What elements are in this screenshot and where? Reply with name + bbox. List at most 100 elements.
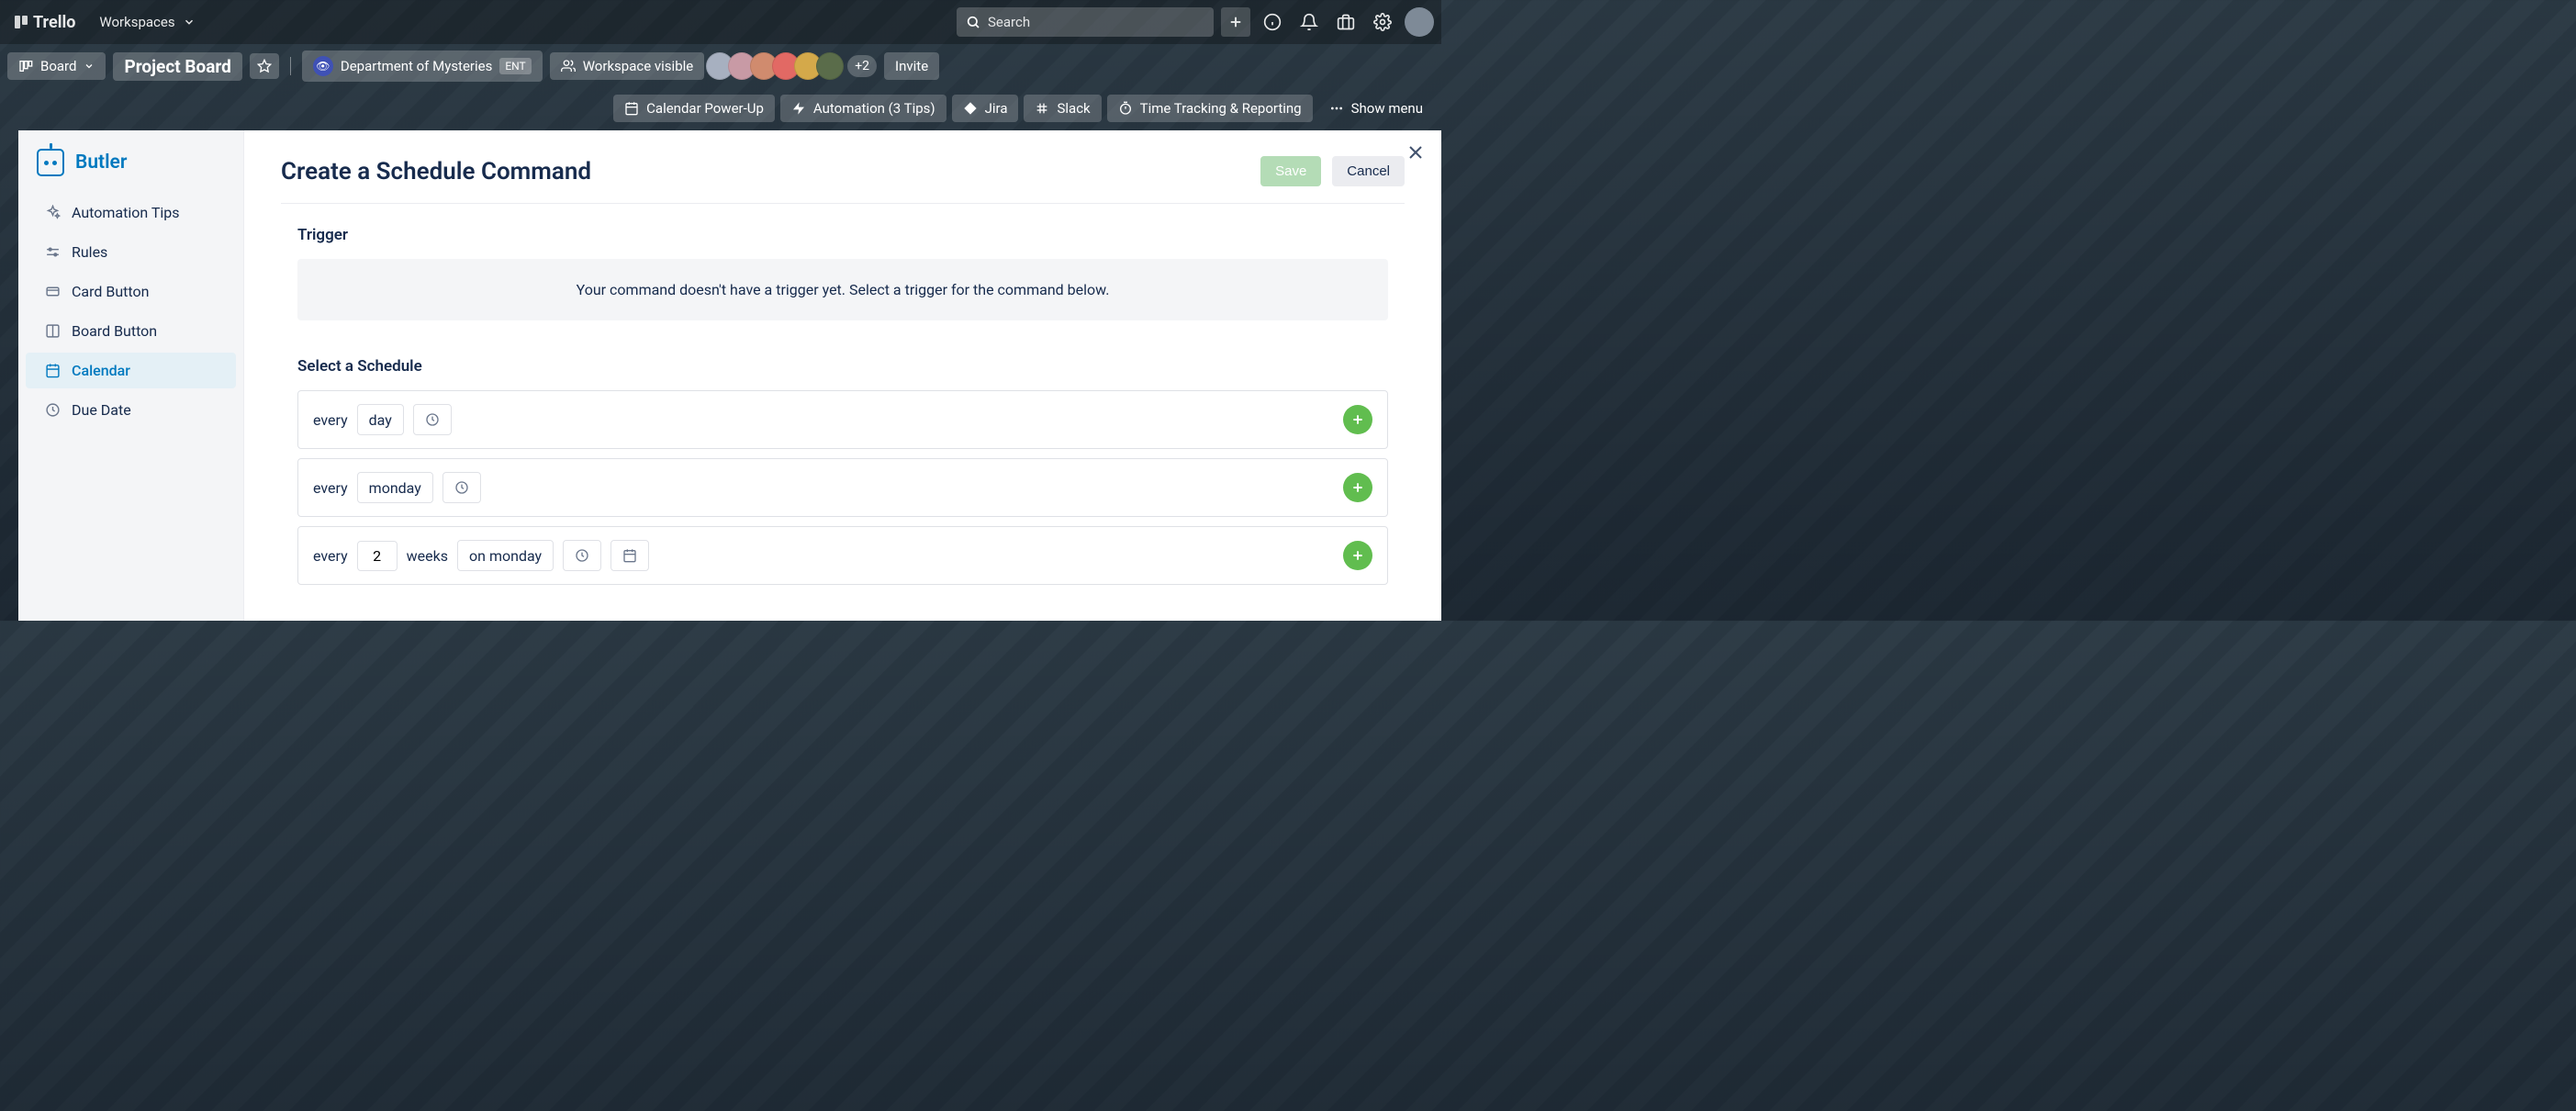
briefcase-icon[interactable] <box>1331 7 1361 37</box>
clock-icon <box>425 412 440 427</box>
board-members: +2 <box>711 52 877 80</box>
board-icon <box>44 323 61 340</box>
automation-button[interactable]: Automation (3 Tips) <box>780 95 946 122</box>
plus-icon <box>1350 548 1365 563</box>
show-menu-label: Show menu <box>1351 100 1423 117</box>
invite-button[interactable]: Invite <box>884 52 939 80</box>
plus-icon <box>1350 480 1365 495</box>
chevron-down-icon <box>84 61 95 72</box>
board-view-switcher[interactable]: Board <box>7 52 106 80</box>
token-weeks: weeks <box>407 547 448 565</box>
team-chip[interactable]: 👁 Department of Mysteries ENT <box>302 50 543 82</box>
select-schedule-heading: Select a Schedule <box>281 357 1405 376</box>
cancel-button[interactable]: Cancel <box>1332 156 1405 186</box>
slack-label: Slack <box>1057 100 1090 117</box>
sidebar-item-automation-tips[interactable]: Automation Tips <box>26 195 236 230</box>
trigger-heading: Trigger <box>281 226 1405 244</box>
token-every: every <box>313 547 348 565</box>
add-schedule-button[interactable] <box>1343 473 1372 502</box>
member-avatar[interactable] <box>816 52 844 80</box>
board-header: Board Project Board 👁 Department of Myst… <box>0 44 1441 88</box>
sidebar-item-label: Card Button <box>72 283 149 300</box>
sidebar-item-card-button[interactable]: Card Button <box>26 274 236 309</box>
user-avatar[interactable] <box>1405 7 1434 37</box>
search-input[interactable]: Search <box>957 7 1214 37</box>
token-every: every <box>313 479 348 497</box>
clock-icon <box>44 402 61 419</box>
show-menu-button[interactable]: Show menu <box>1318 95 1434 122</box>
calendar-icon <box>624 101 639 116</box>
chevron-down-icon <box>183 16 196 28</box>
select-weekday[interactable]: monday <box>357 472 433 503</box>
search-icon <box>966 15 980 29</box>
create-button[interactable] <box>1221 7 1250 37</box>
select-day-unit[interactable]: day <box>357 404 404 435</box>
calendar-icon <box>44 363 61 379</box>
star-icon <box>257 59 272 73</box>
close-icon <box>1405 141 1427 163</box>
time-picker-button[interactable] <box>442 472 481 503</box>
notifications-icon[interactable] <box>1294 7 1324 37</box>
clock-icon <box>454 480 469 495</box>
automation-label: Automation (3 Tips) <box>813 100 935 117</box>
close-button[interactable] <box>1405 141 1427 163</box>
add-schedule-button[interactable] <box>1343 405 1372 434</box>
star-board-button[interactable] <box>250 53 279 79</box>
settings-icon[interactable] <box>1368 7 1397 37</box>
time-picker-button[interactable] <box>413 404 452 435</box>
time-tracking-label: Time Tracking & Reporting <box>1140 100 1302 117</box>
bolt-icon <box>791 101 806 116</box>
jira-label: Jira <box>985 100 1008 117</box>
date-picker-button[interactable] <box>610 540 649 571</box>
sidebar-item-rules[interactable]: Rules <box>26 234 236 270</box>
visibility-label: Workspace visible <box>583 58 694 74</box>
people-icon <box>561 59 576 73</box>
save-button[interactable]: Save <box>1260 156 1321 186</box>
weeks-count-input[interactable] <box>357 541 398 571</box>
calendar-powerup-button[interactable]: Calendar Power-Up <box>613 95 775 122</box>
jira-button[interactable]: Jira <box>952 95 1019 122</box>
divider <box>290 57 291 75</box>
butler-robot-icon <box>37 149 64 176</box>
sparkle-icon <box>44 205 61 221</box>
butler-sidebar: Butler Automation Tips Rules Card Button… <box>18 130 244 621</box>
time-tracking-button[interactable]: Time Tracking & Reporting <box>1107 95 1313 122</box>
global-header: Trello Workspaces Search <box>0 0 1441 44</box>
sidebar-item-board-button[interactable]: Board Button <box>26 313 236 349</box>
visibility-button[interactable]: Workspace visible <box>550 52 705 80</box>
add-schedule-button[interactable] <box>1343 541 1372 570</box>
sidebar-item-due-date[interactable]: Due Date <box>26 392 236 428</box>
team-icon: 👁 <box>313 56 333 76</box>
info-icon[interactable] <box>1258 7 1287 37</box>
schedule-option-every-n-weeks: every weeks on monday <box>297 526 1388 585</box>
sidebar-item-calendar[interactable]: Calendar <box>26 353 236 388</box>
butler-main: Create a Schedule Command Save Cancel Tr… <box>244 130 1441 621</box>
sidebar-item-label: Automation Tips <box>72 204 180 221</box>
time-picker-button[interactable] <box>563 540 601 571</box>
workspaces-dropdown[interactable]: Workspaces <box>90 8 204 36</box>
board-name[interactable]: Project Board <box>113 52 241 81</box>
trello-logo-icon <box>15 16 28 28</box>
schedule-option-every-weekday: every monday <box>297 458 1388 517</box>
clock-icon <box>575 548 589 563</box>
sidebar-item-label: Due Date <box>72 401 131 419</box>
calendar-powerup-label: Calendar Power-Up <box>646 100 764 117</box>
schedule-option-every-day: every day <box>297 390 1388 449</box>
trigger-empty-state: Your command doesn't have a trigger yet.… <box>297 259 1388 320</box>
main-header: Create a Schedule Command Save Cancel <box>281 156 1405 204</box>
sidebar-item-label: Board Button <box>72 322 157 340</box>
jira-icon <box>963 101 978 116</box>
butler-brand: Butler <box>18 149 243 193</box>
slack-button[interactable]: Slack <box>1024 95 1101 122</box>
token-every: every <box>313 411 348 429</box>
search-placeholder: Search <box>988 14 1030 30</box>
more-icon <box>1329 101 1344 116</box>
brand-label: Trello <box>33 13 75 32</box>
calendar-icon <box>622 548 637 563</box>
trello-logo[interactable]: Trello <box>7 9 83 36</box>
sidebar-item-label: Rules <box>72 243 107 261</box>
member-overflow[interactable]: +2 <box>847 55 877 77</box>
sliders-icon <box>44 244 61 261</box>
workspaces-label: Workspaces <box>99 14 174 30</box>
select-on-weekday[interactable]: on monday <box>457 540 554 571</box>
